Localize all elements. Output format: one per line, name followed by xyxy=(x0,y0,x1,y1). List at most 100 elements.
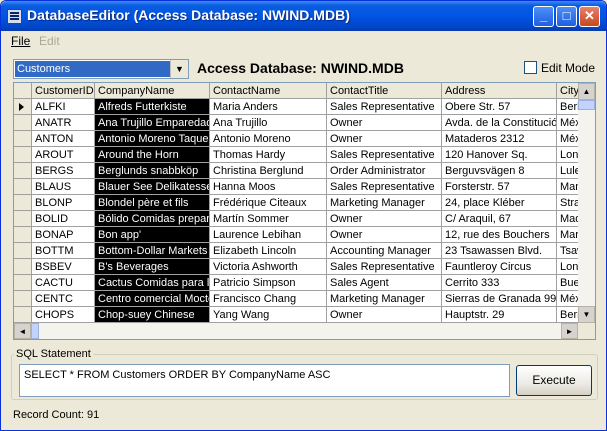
table-cell[interactable]: Chop-suey Chinese xyxy=(95,307,210,323)
table-cell[interactable]: Christina Berglund xyxy=(210,163,327,179)
table-cell[interactable]: BSBEV xyxy=(32,259,95,275)
row-selector[interactable] xyxy=(14,227,32,243)
edit-mode-checkbox[interactable]: Edit Mode xyxy=(524,61,595,75)
row-selector[interactable] xyxy=(14,195,32,211)
row-selector[interactable] xyxy=(14,131,32,147)
table-cell[interactable]: Sales Representative xyxy=(327,99,442,115)
table-cell[interactable]: Obere Str. 57 xyxy=(442,99,557,115)
table-cell[interactable]: Hanna Moos xyxy=(210,179,327,195)
scroll-up-button[interactable]: ▲ xyxy=(578,83,595,100)
table-cell[interactable]: Alfreds Futterkiste xyxy=(95,99,210,115)
table-cell[interactable]: Owner xyxy=(327,307,442,323)
table-cell[interactable]: Sales Representative xyxy=(327,147,442,163)
table-cell[interactable]: Fauntleroy Circus xyxy=(442,259,557,275)
table-cell[interactable]: Elizabeth Lincoln xyxy=(210,243,327,259)
row-selector[interactable] xyxy=(14,99,32,115)
table-cell[interactable]: CENTC xyxy=(32,291,95,307)
table-cell[interactable]: CHOPS xyxy=(32,307,95,323)
table-cell[interactable]: Frédérique Citeaux xyxy=(210,195,327,211)
row-selector[interactable] xyxy=(14,275,32,291)
row-selector[interactable] xyxy=(14,243,32,259)
row-selector[interactable] xyxy=(14,307,32,323)
row-selector[interactable] xyxy=(14,211,32,227)
table-cell[interactable]: Centro comercial Moctezuma xyxy=(95,291,210,307)
table-cell[interactable]: Martín Sommer xyxy=(210,211,327,227)
table-cell[interactable]: Sierras de Granada 9993 xyxy=(442,291,557,307)
table-cell[interactable]: Blondel père et fils xyxy=(95,195,210,211)
row-selector[interactable] xyxy=(14,259,32,275)
column-header[interactable]: CompanyName xyxy=(95,83,210,99)
scroll-left-button[interactable]: ◄ xyxy=(14,323,31,339)
table-cell[interactable]: Forsterstr. 57 xyxy=(442,179,557,195)
table-cell[interactable]: ALFKI xyxy=(32,99,95,115)
table-cell[interactable]: BERGS xyxy=(32,163,95,179)
row-selector[interactable] xyxy=(14,115,32,131)
row-selector[interactable] xyxy=(14,179,32,195)
table-cell[interactable]: Owner xyxy=(327,115,442,131)
data-grid[interactable]: CustomerID CompanyName ContactName ContactT… xyxy=(13,82,596,340)
vertical-scrollbar[interactable]: ▲ ▼ xyxy=(578,83,595,323)
table-cell[interactable]: Ana Trujillo xyxy=(210,115,327,131)
table-cell[interactable]: Ana Trujillo Emparedados y helados xyxy=(95,115,210,131)
table-cell[interactable]: Blauer See Delikatessen xyxy=(95,179,210,195)
vertical-scroll-thumb[interactable] xyxy=(578,100,595,110)
table-cell[interactable]: BONAP xyxy=(32,227,95,243)
execute-button[interactable]: Execute xyxy=(516,365,592,396)
table-cell[interactable]: Maria Anders xyxy=(210,99,327,115)
row-selector[interactable] xyxy=(14,147,32,163)
column-header[interactable]: Address xyxy=(442,83,557,99)
table-cell[interactable]: Sales Agent xyxy=(327,275,442,291)
table-cell[interactable]: 23 Tsawassen Blvd. xyxy=(442,243,557,259)
table-cell[interactable]: Francisco Chang xyxy=(210,291,327,307)
table-cell[interactable]: BOLID xyxy=(32,211,95,227)
table-cell[interactable]: Antonio Moreno xyxy=(210,131,327,147)
table-cell[interactable]: 120 Hanover Sq. xyxy=(442,147,557,163)
table-cell[interactable]: Berguvsvägen 8 xyxy=(442,163,557,179)
table-cell[interactable]: Cactus Comidas para llevar xyxy=(95,275,210,291)
row-selector[interactable] xyxy=(14,291,32,307)
menu-edit[interactable]: Edit xyxy=(39,34,60,48)
table-cell[interactable]: Thomas Hardy xyxy=(210,147,327,163)
table-cell[interactable]: Order Administrator xyxy=(327,163,442,179)
table-cell[interactable]: BLONP xyxy=(32,195,95,211)
table-cell[interactable]: 24, place Kléber xyxy=(442,195,557,211)
column-header[interactable]: CustomerID xyxy=(32,83,95,99)
table-cell[interactable]: Laurence Lebihan xyxy=(210,227,327,243)
menu-file[interactable]: File xyxy=(11,34,30,48)
minimize-button[interactable]: _ xyxy=(533,6,554,27)
table-cell[interactable]: Patricio Simpson xyxy=(210,275,327,291)
table-cell[interactable]: Cerrito 333 xyxy=(442,275,557,291)
table-cell[interactable]: Accounting Manager xyxy=(327,243,442,259)
table-select[interactable]: Customers ▼ xyxy=(13,59,189,79)
table-cell[interactable]: Bon app' xyxy=(95,227,210,243)
table-cell[interactable]: BOTTM xyxy=(32,243,95,259)
table-cell[interactable]: Berglunds snabbköp xyxy=(95,163,210,179)
table-cell[interactable]: 12, rue des Bouchers xyxy=(442,227,557,243)
scroll-down-button[interactable]: ▼ xyxy=(578,306,595,323)
table-cell[interactable]: Antonio Moreno Taquería xyxy=(95,131,210,147)
table-cell[interactable]: CACTU xyxy=(32,275,95,291)
close-button[interactable]: ✕ xyxy=(579,6,600,27)
table-cell[interactable]: Sales Representative xyxy=(327,179,442,195)
table-cell[interactable]: ANTON xyxy=(32,131,95,147)
column-header[interactable]: ContactName xyxy=(210,83,327,99)
sql-statement-input[interactable]: SELECT * FROM Customers ORDER BY Company… xyxy=(19,364,510,397)
chevron-down-icon[interactable]: ▼ xyxy=(170,60,188,78)
table-cell[interactable]: Marketing Manager xyxy=(327,195,442,211)
table-cell[interactable]: Owner xyxy=(327,211,442,227)
table-cell[interactable]: B's Beverages xyxy=(95,259,210,275)
table-cell[interactable]: C/ Araquil, 67 xyxy=(442,211,557,227)
table-cell[interactable]: Owner xyxy=(327,227,442,243)
table-cell[interactable]: Hauptstr. 29 xyxy=(442,307,557,323)
table-cell[interactable]: ANATR xyxy=(32,115,95,131)
scroll-right-button[interactable]: ► xyxy=(561,323,578,339)
table-cell[interactable]: Bólido Comidas preparadas xyxy=(95,211,210,227)
table-cell[interactable]: Marketing Manager xyxy=(327,291,442,307)
column-header[interactable]: ContactTitle xyxy=(327,83,442,99)
horizontal-scroll-thumb[interactable] xyxy=(31,323,39,339)
table-cell[interactable]: Yang Wang xyxy=(210,307,327,323)
table-cell[interactable]: Mataderos 2312 xyxy=(442,131,557,147)
row-selector[interactable] xyxy=(14,163,32,179)
table-cell[interactable]: Avda. de la Constitución 2222 xyxy=(442,115,557,131)
maximize-button[interactable]: □ xyxy=(556,6,577,27)
